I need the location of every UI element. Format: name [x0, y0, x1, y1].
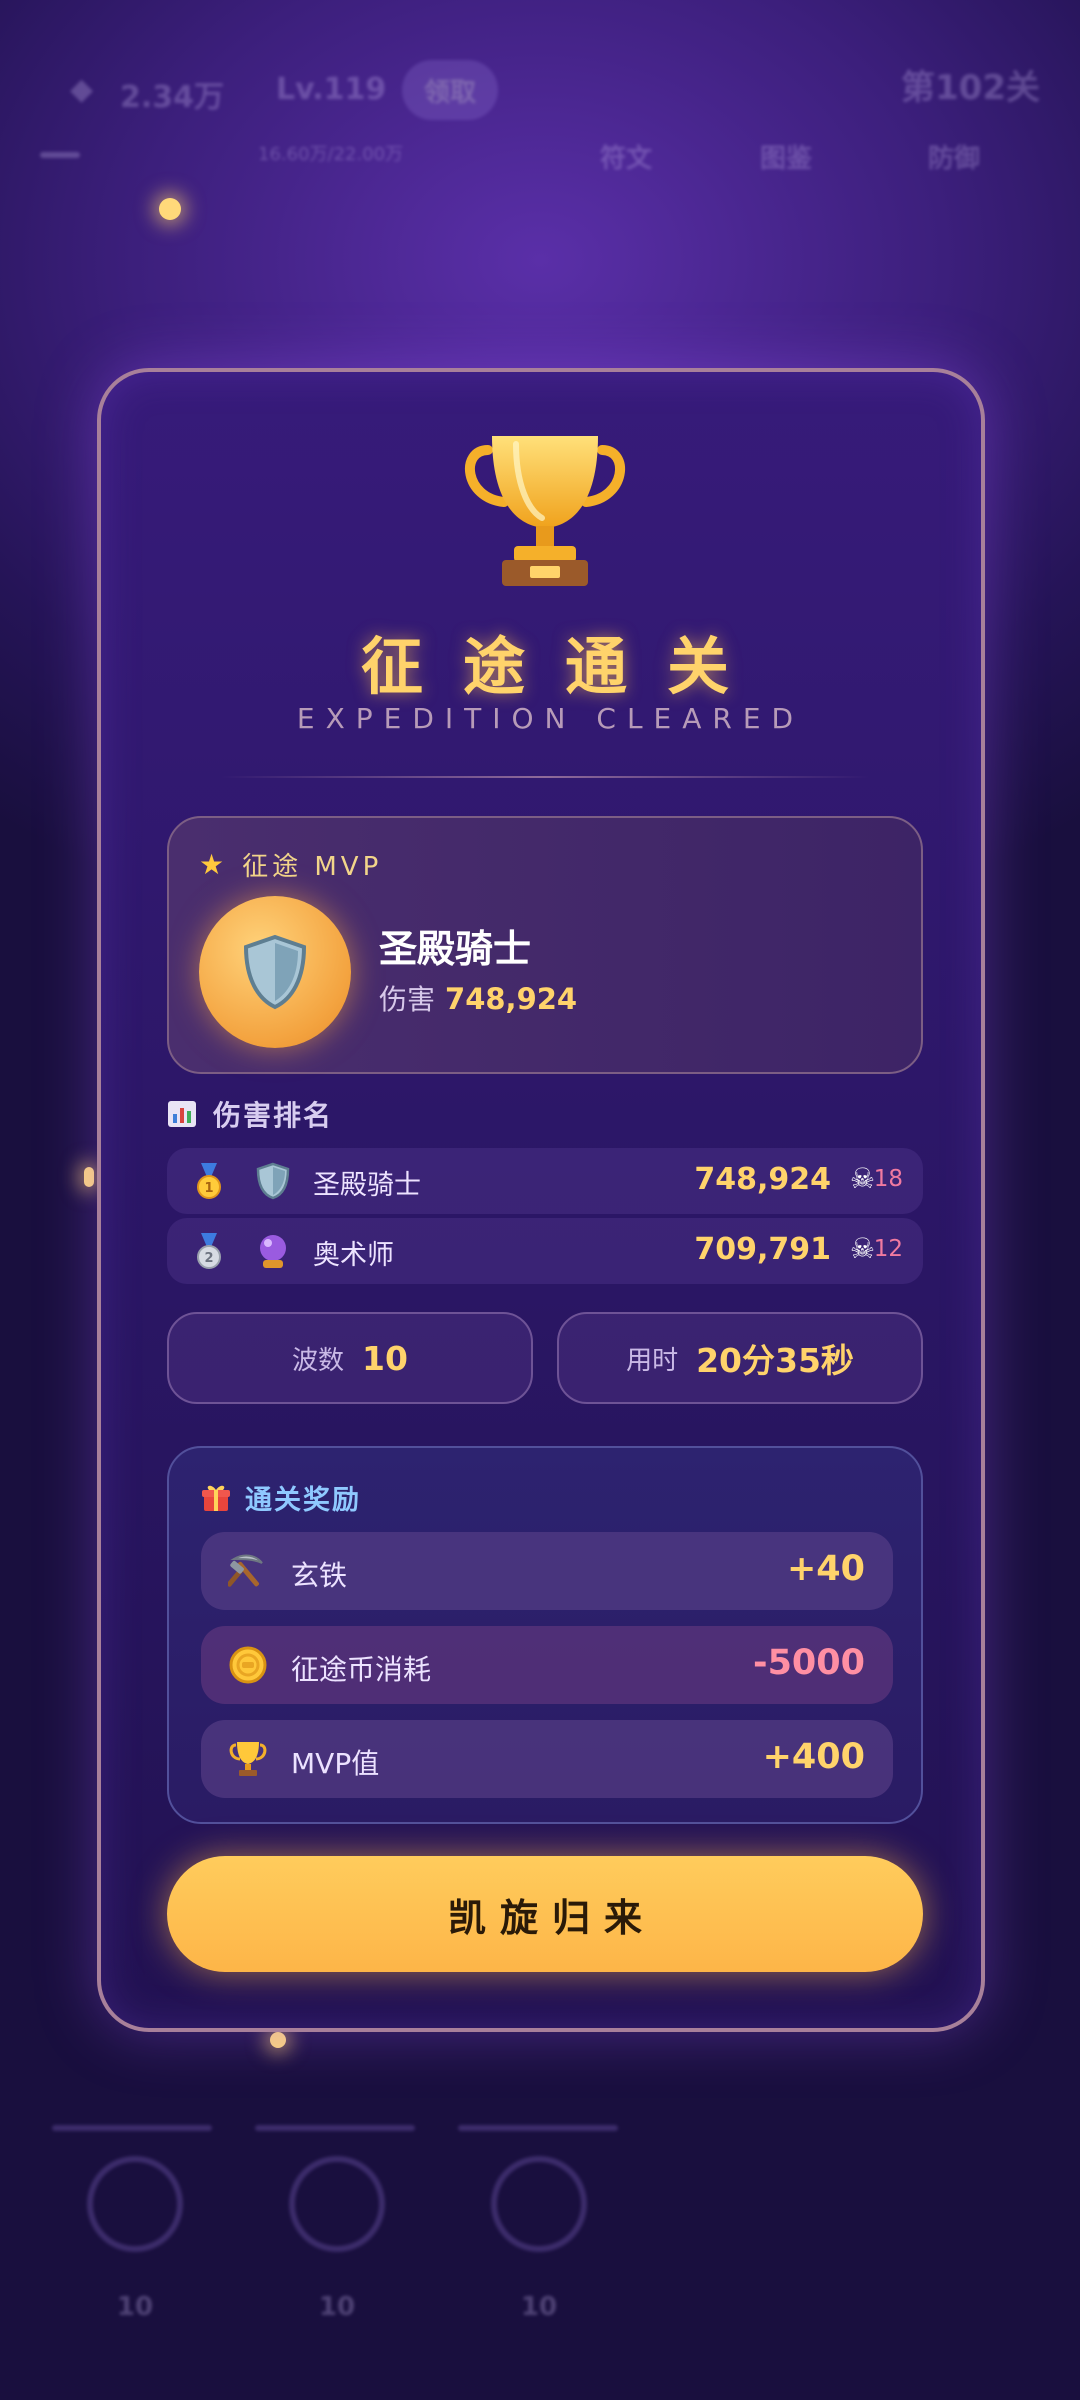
stage-label: 第102关	[901, 68, 1040, 108]
ranking-row: 2 奥术师 709,791 ☠ 12	[167, 1218, 923, 1284]
reward-item: 玄铁 +40	[201, 1532, 893, 1610]
bottom-hero-nav: 10 10 10	[0, 2120, 1080, 2360]
waves-value: 10	[362, 1338, 408, 1378]
time-stat: 用时 20分35秒	[557, 1312, 923, 1404]
tab-defense: 防御	[928, 144, 981, 174]
reward-value: -5000	[753, 1643, 865, 1683]
gold-amount: 2.34万	[120, 80, 225, 115]
rewards-header: 通关奖励	[201, 1478, 361, 1517]
shield-icon	[256, 1162, 290, 1200]
time-value: 20分35秒	[696, 1341, 854, 1380]
mvp-hero-name: 圣殿骑士	[379, 927, 532, 971]
trophy-icon	[227, 1738, 269, 1780]
avatar	[199, 896, 351, 1048]
mvp-header-label: 征途 MVP	[242, 852, 383, 882]
gift-icon	[202, 1485, 230, 1511]
ranking-header: 伤害排名	[167, 1094, 333, 1134]
reward-item: 征途币消耗 -5000	[201, 1626, 893, 1704]
time-label: 用时	[626, 1345, 679, 1376]
mvp-header: ★ 征途 MVP	[199, 846, 382, 883]
page-subtitle: EXPEDITION CLEARED	[296, 702, 805, 735]
bar-chart-icon	[168, 1101, 196, 1127]
reward-name: 征途币消耗	[291, 1653, 432, 1686]
reward-value: +40	[786, 1549, 865, 1589]
claim-button: 领取	[402, 60, 498, 120]
crystal-ball-icon	[260, 1235, 286, 1268]
glow-particle	[159, 198, 181, 220]
ranking-damage: 748,924	[694, 1162, 831, 1197]
expedition-result-modal: 征途通关 EXPEDITION CLEARED ★ 征途 MVP 圣殿骑士 伤害…	[97, 368, 985, 2032]
nav-cost: 10	[116, 2292, 154, 2322]
nav-cost: 10	[318, 2292, 356, 2322]
top-status-bar: ◆ 2.34万 Lv.119 领取 第102关 16.60万/22.00万 符文…	[0, 60, 1080, 180]
ranking-hero-name: 圣殿骑士	[313, 1170, 421, 1201]
svg-text:1: 1	[204, 1181, 213, 1196]
gold-medal-icon: 1	[197, 1163, 221, 1199]
reward-name: MVP值	[291, 1747, 380, 1780]
ranking-header-label: 伤害排名	[213, 1099, 334, 1132]
glow-particle	[84, 1167, 94, 1187]
mvp-damage: 伤害 748,924	[379, 978, 577, 1018]
waves-stat: 波数 10	[167, 1312, 533, 1404]
ranking-kills: 18	[873, 1166, 903, 1192]
ranking-kills: 12	[873, 1236, 903, 1262]
rewards-header-label: 通关奖励	[245, 1485, 361, 1516]
ranking-damage: 709,791	[694, 1232, 831, 1267]
tab-codex: 图鉴	[760, 144, 813, 174]
tab-runes: 符文	[600, 144, 653, 174]
reward-item: MVP值 +400	[201, 1720, 893, 1798]
coin-stack-icon: ◆	[70, 72, 94, 107]
menu-dash-icon	[40, 152, 80, 158]
reward-value: +400	[762, 1737, 865, 1777]
shield-icon	[243, 934, 307, 1010]
coin-icon	[227, 1644, 269, 1686]
ranking-hero-name: 奥术师	[313, 1240, 394, 1271]
svg-text:2: 2	[204, 1251, 213, 1266]
hero-slot-ring-icon	[289, 2156, 385, 2252]
divider	[221, 776, 869, 778]
glow-particle	[270, 2032, 286, 2048]
stage-progress: 16.60万/22.00万	[258, 144, 404, 165]
mvp-damage-value: 748,924	[445, 982, 578, 1016]
nav-cost: 10	[520, 2292, 558, 2322]
mvp-panel: ★ 征途 MVP 圣殿骑士 伤害 748,924	[167, 816, 923, 1074]
nav-slot-1: 10	[60, 2120, 210, 2322]
mvp-damage-label: 伤害	[379, 983, 436, 1016]
player-level: Lv.119	[276, 72, 387, 107]
trophy-icon	[458, 428, 632, 592]
hero-slot-ring-icon	[87, 2156, 183, 2252]
skull-icon: ☠	[849, 1162, 875, 1195]
silver-medal-icon: 2	[197, 1233, 221, 1269]
star-icon: ★	[199, 848, 225, 881]
waves-label: 波数	[292, 1345, 345, 1376]
rewards-panel: 通关奖励 玄铁 +40 征途币消耗 -5000 MVP值 +400	[167, 1446, 923, 1824]
ranking-row: 1 圣殿骑士 748,924 ☠ 18	[167, 1148, 923, 1214]
hero-slot-ring-icon	[491, 2156, 587, 2252]
pickaxe-icon	[227, 1550, 269, 1592]
reward-name: 玄铁	[291, 1559, 348, 1592]
return-triumphant-button[interactable]: 凯旋归来	[167, 1856, 923, 1972]
skull-icon: ☠	[849, 1232, 875, 1265]
nav-slot-3: 10	[464, 2120, 614, 2322]
nav-slot-2: 10	[262, 2120, 412, 2322]
page-title: 征途通关	[360, 630, 769, 703]
